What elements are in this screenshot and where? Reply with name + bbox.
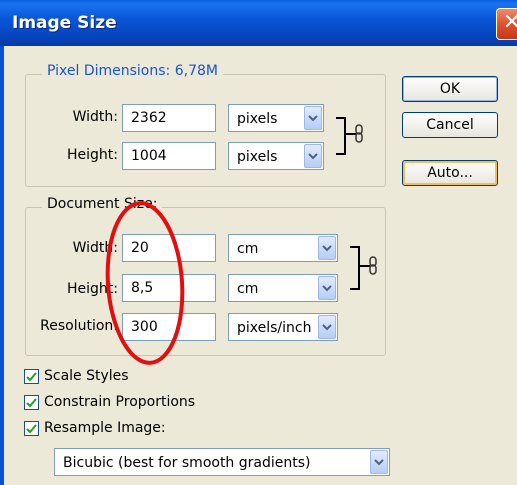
constrain-proportions-checkbox[interactable] [24,395,39,410]
cancel-button[interactable]: Cancel [402,112,498,138]
chevron-down-icon[interactable] [318,315,336,339]
close-icon: ✕ [502,10,517,35]
doc-width-unit-select[interactable]: cm [228,234,338,262]
chain-link-icon [369,256,377,275]
doc-link-bracket [350,246,360,290]
scale-styles-label[interactable]: Scale Styles [44,368,129,384]
ok-button[interactable]: OK [402,76,498,102]
doc-height-unit-value: cm [237,281,259,297]
red-annotation-ellipse [105,201,185,365]
resolution-unit-value: pixels/inch [237,320,312,336]
checkmark-icon [26,372,37,382]
resample-method-select[interactable]: Bicubic (best for smooth gradients) [54,448,390,476]
pixel-link-bracket [336,117,346,155]
resolution-unit-select[interactable]: pixels/inch [228,313,338,341]
pixel-height-label: Height: [67,147,118,163]
doc-height-unit-select[interactable]: cm [228,274,338,302]
constrain-proportions-label[interactable]: Constrain Proportions [44,394,195,410]
resample-image-checkbox[interactable] [24,421,39,436]
scale-styles-checkbox[interactable] [24,369,39,384]
pixel-width-input[interactable]: 2362 [122,104,216,132]
title-bar: Image Size ✕ [0,0,517,46]
pixel-height-unit-value: pixels [237,149,278,165]
pixel-height-unit-select[interactable]: pixels [228,142,324,170]
image-size-dialog: Image Size ✕ Pixel Dimensions: 6,78M Wid… [0,0,517,485]
window-border-left [0,46,4,485]
resample-method-value: Bicubic (best for smooth gradients) [63,455,311,471]
pixel-dimensions-legend: Pixel Dimensions: 6,78M [42,63,223,79]
chevron-down-icon[interactable] [304,144,322,168]
pixel-width-label: Width: [72,109,118,125]
resample-image-label[interactable]: Resample Image: [44,420,166,436]
chain-link-icon [355,124,363,143]
pixel-width-unit-value: pixels [237,111,278,127]
checkmark-icon [26,424,37,434]
chevron-down-icon[interactable] [304,106,322,130]
dialog-title: Image Size [12,13,117,33]
chevron-down-icon[interactable] [370,450,388,474]
checkmark-icon [26,398,37,408]
pixel-width-unit-select[interactable]: pixels [228,104,324,132]
doc-width-unit-value: cm [237,241,259,257]
chevron-down-icon[interactable] [318,236,336,260]
auto-button[interactable]: Auto... [402,160,498,186]
pixel-height-input[interactable]: 1004 [122,142,216,170]
chevron-down-icon[interactable] [318,276,336,300]
close-button[interactable]: ✕ [496,8,517,40]
